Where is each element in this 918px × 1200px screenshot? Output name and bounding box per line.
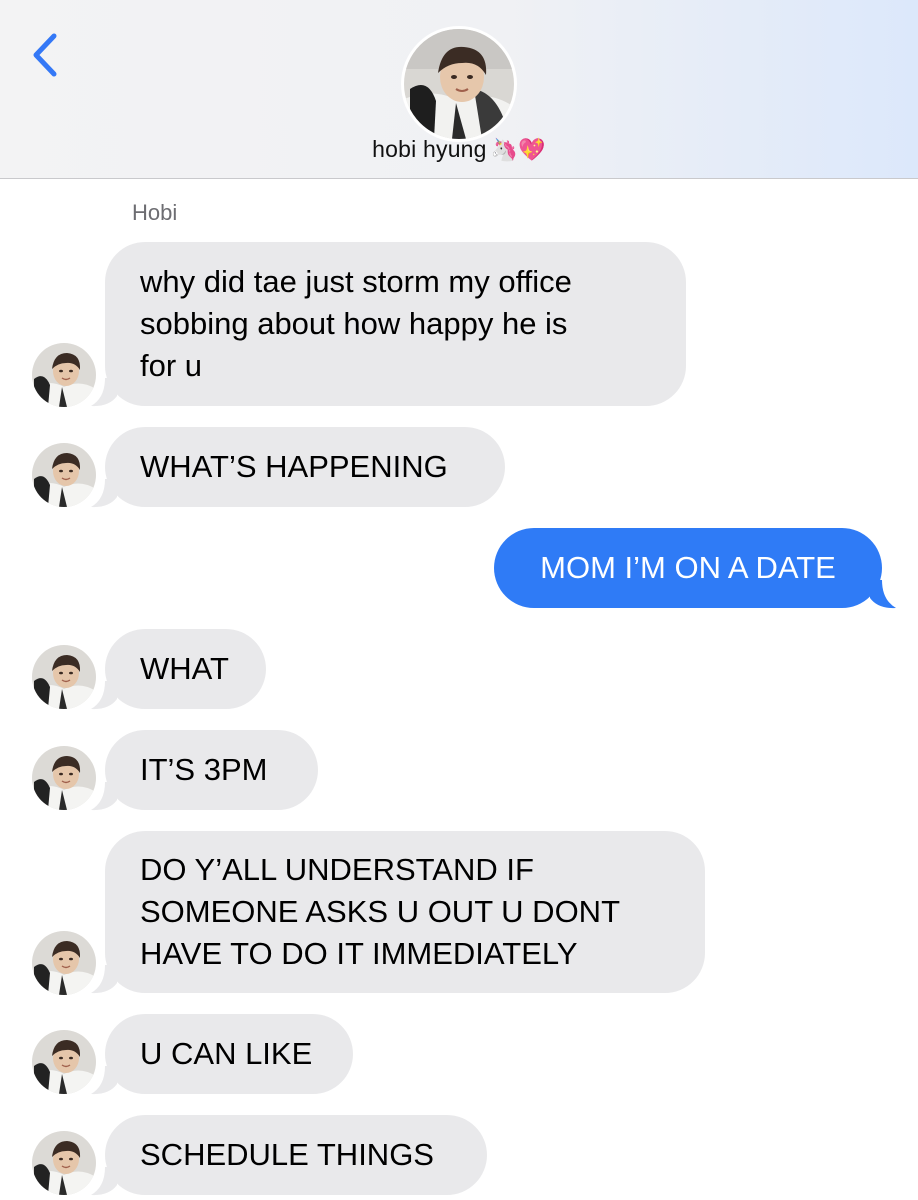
sender-avatar[interactable] bbox=[32, 443, 96, 507]
message-text: why did tae just storm my office sobbing … bbox=[140, 261, 572, 387]
incoming-message-bubble[interactable]: U CAN LIKE bbox=[105, 1014, 353, 1094]
contact-avatar[interactable] bbox=[401, 26, 517, 142]
message-line: MOM I’M ON A DATE bbox=[540, 550, 836, 585]
incoming-message-bubble[interactable]: WHAT bbox=[105, 629, 266, 709]
message-line: HAVE TO DO IT IMMEDIATELY bbox=[140, 936, 578, 971]
message-line: IT’S 3PM bbox=[140, 752, 268, 787]
contact-name[interactable]: hobi hyung 🦄💖 bbox=[0, 136, 918, 163]
back-button[interactable] bbox=[26, 30, 66, 80]
message-text: DO Y’ALL UNDERSTAND IF SOMEONE ASKS U OUT… bbox=[140, 849, 620, 975]
incoming-message-bubble[interactable]: WHAT’S HAPPENING bbox=[105, 427, 505, 507]
incoming-message-bubble[interactable]: why did tae just storm my office sobbing … bbox=[105, 242, 686, 406]
message-text: MOM I’M ON A DATE bbox=[540, 547, 836, 589]
message-text: IT’S 3PM bbox=[140, 749, 267, 791]
message-text: WHAT bbox=[140, 648, 229, 690]
contact-name-emoji: 🦄💖 bbox=[490, 138, 546, 163]
sender-avatar[interactable] bbox=[32, 343, 96, 407]
message-line: sobbing about how happy he is bbox=[140, 306, 568, 341]
incoming-message-bubble[interactable]: SCHEDULE THINGS bbox=[105, 1115, 487, 1195]
sender-label: Hobi bbox=[132, 200, 178, 225]
message-line: for u bbox=[140, 348, 203, 383]
message-line: WHAT bbox=[140, 651, 229, 686]
chevron-left-icon bbox=[33, 33, 57, 77]
message-line: DO Y’ALL UNDERSTAND IF bbox=[140, 852, 534, 887]
sender-avatar[interactable] bbox=[32, 931, 96, 995]
sender-avatar[interactable] bbox=[32, 645, 96, 709]
message-line: U CAN LIKE bbox=[140, 1036, 313, 1071]
message-line: why did tae just storm my office bbox=[140, 264, 572, 299]
message-text: SCHEDULE THINGS bbox=[140, 1134, 434, 1176]
conversation-header: hobi hyung 🦄💖 bbox=[0, 0, 918, 179]
contact-name-text: hobi hyung bbox=[372, 136, 487, 162]
sender-avatar[interactable] bbox=[32, 1030, 96, 1094]
message-line: WHAT’S HAPPENING bbox=[140, 449, 448, 484]
message-text: U CAN LIKE bbox=[140, 1033, 312, 1075]
incoming-message-bubble[interactable]: IT’S 3PM bbox=[105, 730, 318, 810]
bubble-tail bbox=[870, 580, 896, 609]
contact-photo bbox=[404, 29, 514, 139]
sender-avatar[interactable] bbox=[32, 746, 96, 810]
outgoing-message-bubble[interactable]: MOM I’M ON A DATE bbox=[494, 528, 882, 608]
message-text: WHAT’S HAPPENING bbox=[140, 446, 448, 488]
message-line: SCHEDULE THINGS bbox=[140, 1137, 434, 1172]
message-line: SOMEONE ASKS U OUT U DONT bbox=[140, 894, 621, 929]
incoming-message-bubble[interactable]: DO Y’ALL UNDERSTAND IF SOMEONE ASKS U OUT… bbox=[105, 831, 705, 993]
sender-avatar[interactable] bbox=[32, 1131, 96, 1195]
messages-screen: hobi hyung 🦄💖 Hobi why did tae just storm… bbox=[0, 0, 918, 1200]
